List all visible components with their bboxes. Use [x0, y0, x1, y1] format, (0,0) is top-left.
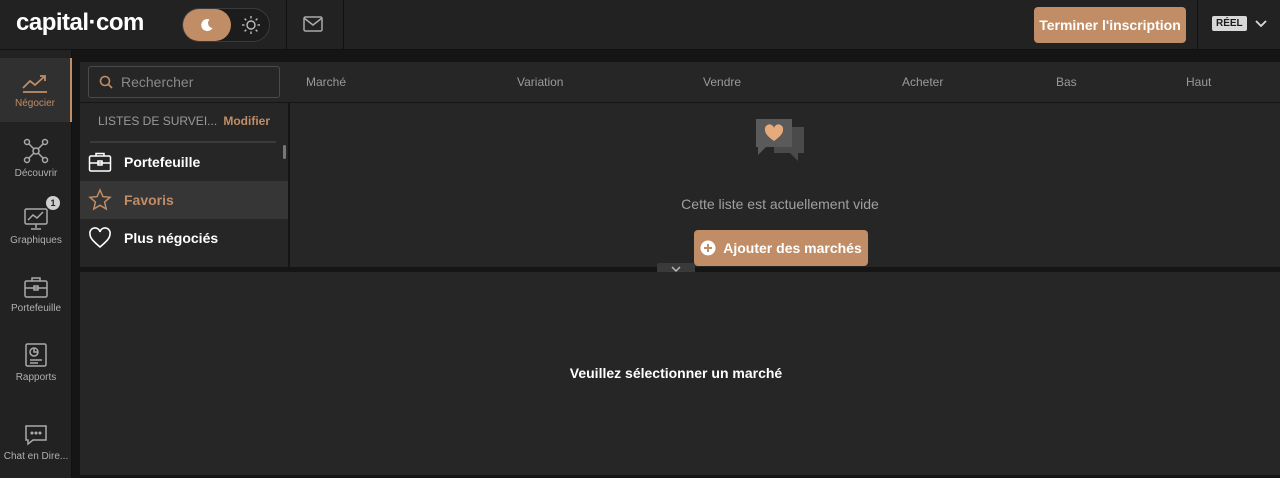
sidebar-item-label: Graphiques [10, 234, 62, 246]
column-header-high[interactable]: Haut [1186, 75, 1211, 89]
heart-chat-icon [754, 117, 808, 170]
watchlists-header: LISTES DE SURVEI... Modifier [80, 103, 288, 139]
sidebar-item-rapports[interactable]: Rapports [0, 330, 72, 394]
briefcase-icon [24, 276, 48, 298]
network-icon [23, 138, 49, 163]
trade-chart-icon [22, 74, 47, 93]
briefcase-icon [88, 152, 112, 172]
sidebar-item-chat[interactable]: Chat en Dire... [0, 410, 72, 474]
watchlist-item-label: Favoris [124, 192, 174, 208]
sidebar-item-decouvrir[interactable]: Découvrir [0, 126, 72, 190]
sidebar-item-negocier[interactable]: Négocier [0, 58, 72, 122]
report-icon [25, 342, 47, 367]
account-mode-badge: RÉEL [1212, 16, 1247, 31]
sidebar-item-label: Découvrir [14, 167, 58, 179]
star-icon [88, 188, 112, 211]
market-table-header: Marché Variation Vendre Acheter Bas Haut [80, 62, 1280, 102]
column-header-buy[interactable]: Acheter [902, 75, 943, 89]
mail-icon[interactable] [302, 14, 324, 39]
column-header-sell[interactable]: Vendre [703, 75, 741, 89]
edit-watchlists-button[interactable]: Modifier [223, 114, 270, 128]
select-market-message: Veuillez sélectionner un marché [569, 365, 783, 381]
column-header-market[interactable]: Marché [306, 75, 346, 89]
top-bar: capital·com Terminer l'inscription RÉEL [0, 0, 1280, 50]
logo[interactable]: capital·com [16, 9, 144, 37]
monitor-chart-icon [24, 207, 48, 230]
column-header-low[interactable]: Bas [1056, 75, 1077, 89]
theme-toggle[interactable] [182, 8, 270, 42]
search-input[interactable] [121, 74, 271, 90]
watchlist-item-label: Plus négociés [124, 230, 219, 246]
account-switcher[interactable]: RÉEL [1212, 16, 1267, 31]
complete-registration-button[interactable]: Terminer l'inscription [1034, 7, 1186, 43]
sidebar-item-label: Chat en Dire... [3, 450, 69, 462]
empty-list-message: Cette liste est actuellement vide [681, 196, 879, 212]
watchlists-title: LISTES DE SURVEI... [98, 114, 218, 128]
add-markets-button[interactable]: Ajouter des marchés [694, 230, 868, 266]
sidebar-item-graphiques[interactable]: 1 Graphiques [0, 194, 72, 258]
heart-icon [89, 227, 111, 249]
sidebar: Négocier Découvrir 1 Graphiques Portefeu… [0, 50, 72, 478]
moon-icon[interactable] [183, 9, 231, 41]
watchlist-item-favoris[interactable]: Favoris [80, 181, 288, 219]
watchlists-panel: LISTES DE SURVEI... Modifier Portefeuill… [80, 103, 288, 267]
sidebar-item-portefeuille[interactable]: Portefeuille [0, 262, 72, 326]
sun-icon[interactable] [233, 9, 269, 41]
chat-icon [25, 424, 47, 446]
watchlist-item-portefeuille[interactable]: Portefeuille [80, 143, 288, 181]
watchlist-item-label: Portefeuille [124, 154, 201, 170]
sidebar-item-label: Portefeuille [10, 302, 62, 314]
plus-circle-icon [700, 240, 716, 256]
sidebar-item-label: Rapports [15, 371, 57, 383]
divider [1197, 0, 1198, 50]
chevron-down-icon[interactable] [1255, 19, 1267, 28]
column-header-change[interactable]: Variation [517, 75, 563, 89]
notification-badge: 1 [46, 196, 60, 210]
divider [343, 0, 344, 50]
chevron-down-icon [671, 266, 681, 272]
divider [286, 0, 287, 50]
market-list: Cette liste est actuellement vide Ajoute… [290, 103, 1280, 267]
add-markets-label: Ajouter des marchés [723, 240, 862, 256]
sidebar-item-label: Négocier [14, 97, 56, 109]
search-icon [99, 75, 113, 89]
market-detail-panel: Veuillez sélectionner un marché [80, 272, 1280, 475]
search-box[interactable] [88, 66, 280, 98]
watchlist-item-plus-negocies[interactable]: Plus négociés [80, 219, 288, 257]
